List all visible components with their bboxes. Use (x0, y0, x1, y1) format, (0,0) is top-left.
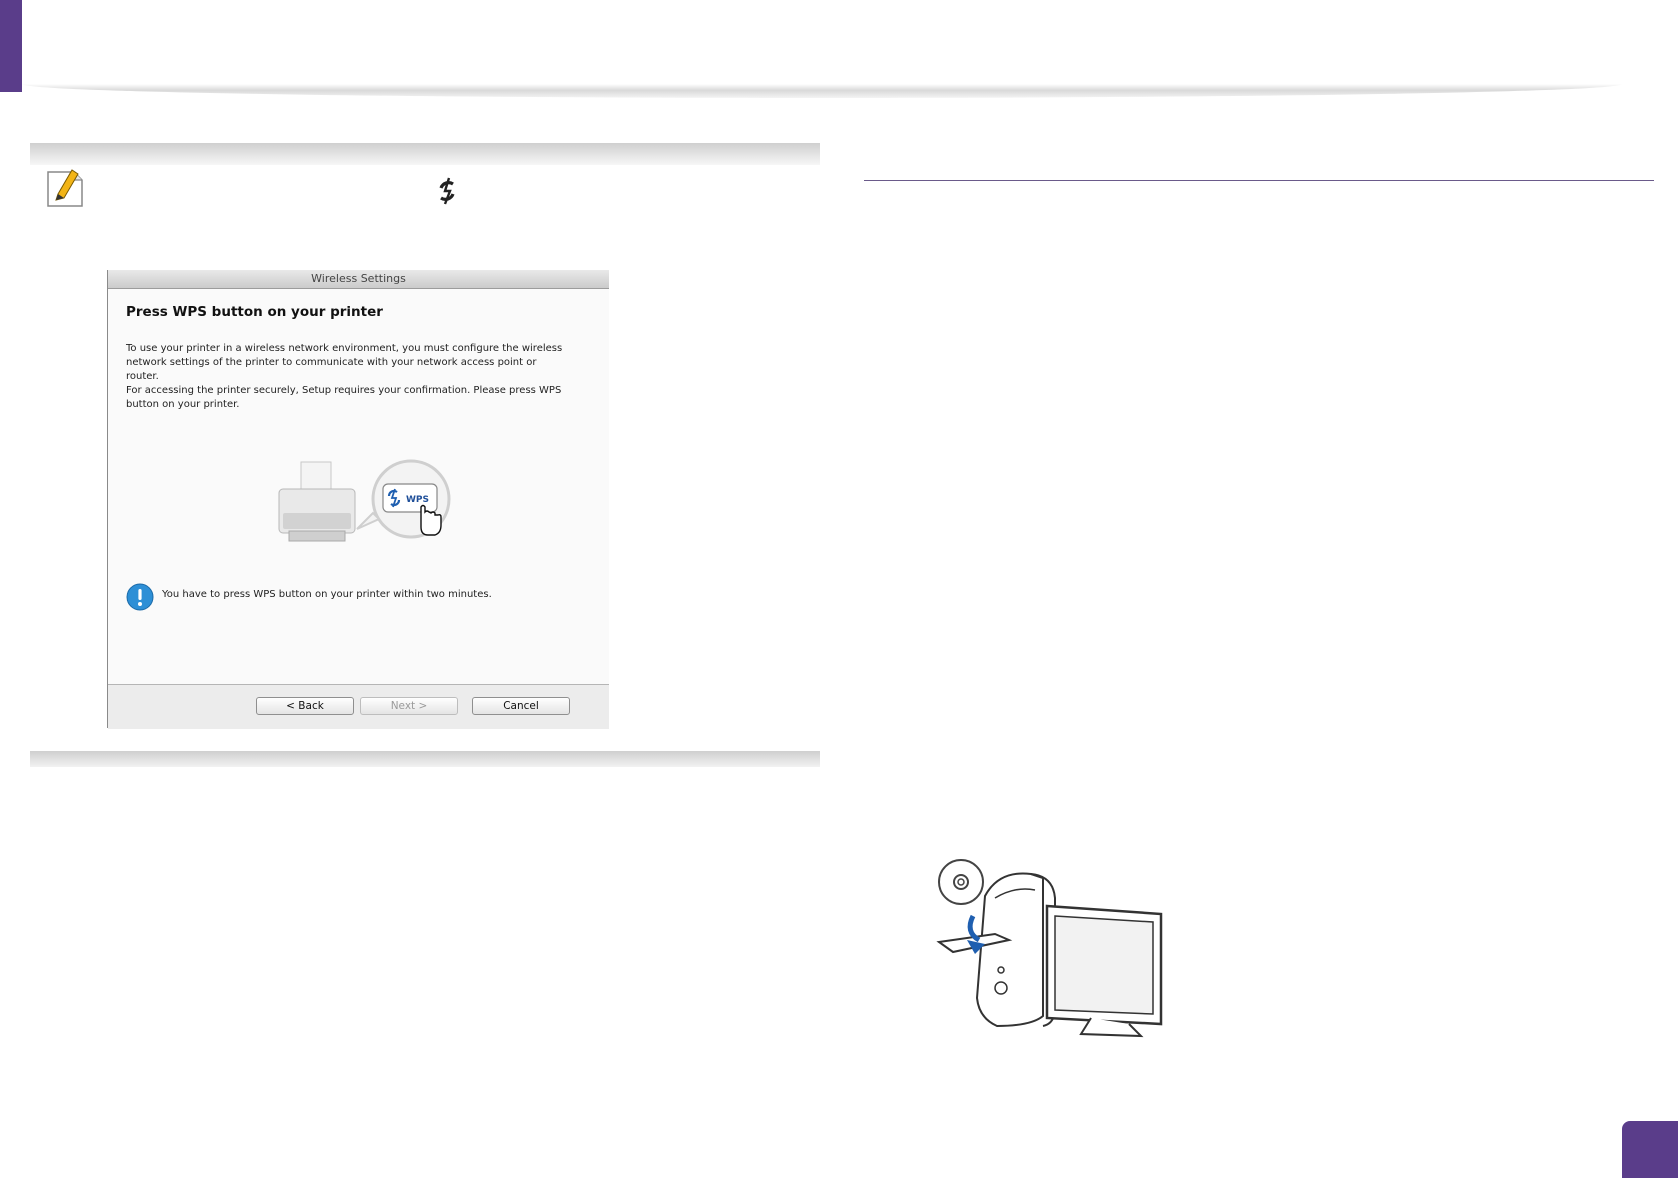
section-rule (864, 180, 1654, 181)
next-button[interactable]: Next > (360, 697, 458, 715)
dialog-heading: Press WPS button on your printer (126, 304, 383, 320)
cancel-button[interactable]: Cancel (472, 697, 570, 715)
note-band-top (30, 143, 820, 165)
back-button[interactable]: < Back (256, 697, 354, 715)
cd-disc-icon (938, 859, 984, 905)
note-band-bottom (30, 751, 820, 767)
dialog-footer: < Back Next > Cancel (108, 684, 609, 729)
printer-icon (278, 461, 356, 542)
printer-wps-illustration: WPS (278, 459, 451, 542)
info-icon (126, 583, 154, 611)
page-number-badge (1622, 1121, 1678, 1178)
wireless-settings-dialog: Wireless Settings Press WPS button on yo… (107, 270, 609, 729)
dialog-paragraph: For accessing the printer securely, Setu… (126, 385, 562, 410)
note-pencil-icon (47, 169, 83, 207)
chapter-tab (0, 0, 22, 92)
header-rule (22, 84, 1622, 98)
dialog-paragraph: To use your printer in a wireless networ… (126, 343, 563, 382)
mac-cd-install-illustration (936, 859, 1163, 1038)
wps-icon (439, 177, 455, 205)
info-text: You have to press WPS button on your pri… (162, 589, 492, 600)
dialog-body: Press WPS button on your printer To use … (108, 289, 609, 685)
wps-button-label: WPS (406, 495, 429, 505)
dialog-title: Wireless Settings (108, 270, 609, 289)
